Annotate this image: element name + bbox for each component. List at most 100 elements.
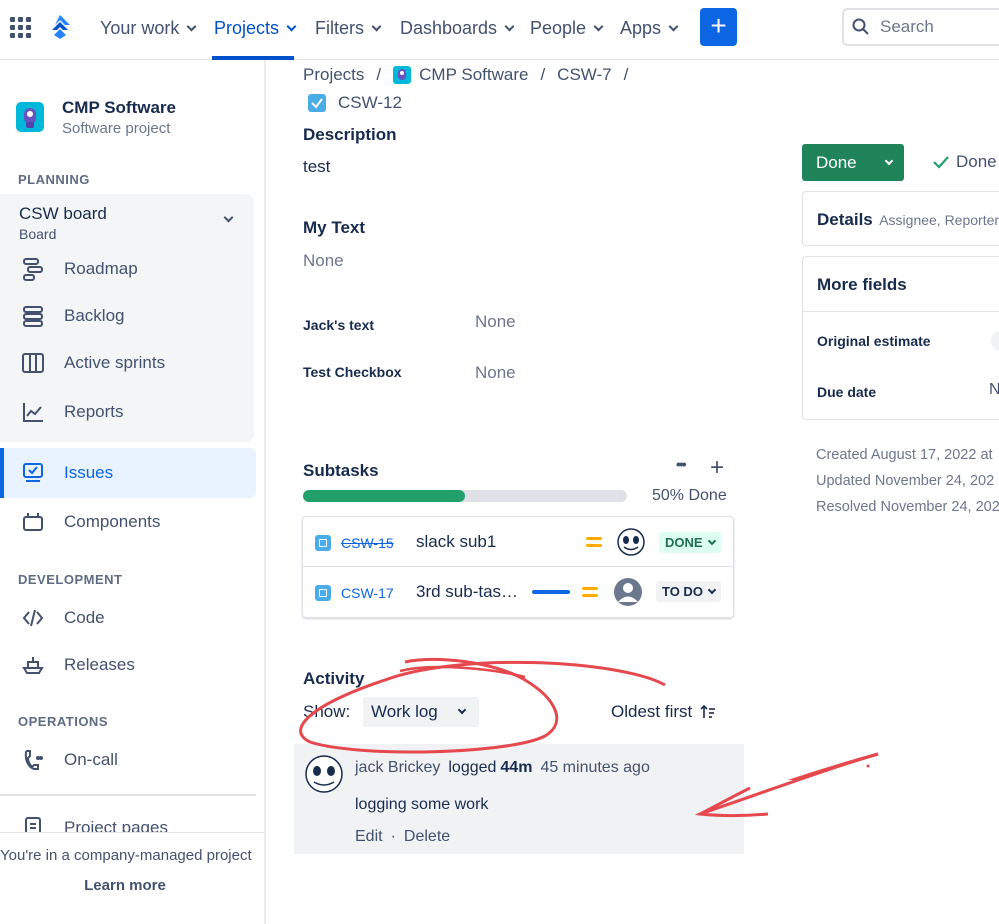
planning-section-title: PLANNING <box>18 172 90 187</box>
resolved-date: Resolved November 24, 202 <box>816 499 999 515</box>
nav-filters[interactable]: Filters <box>315 16 382 40</box>
sidebar-item-label: Releases <box>64 655 135 674</box>
issue-dates: Created August 17, 2022 at Updated Novem… <box>816 442 999 520</box>
avatar[interactable] <box>617 528 645 556</box>
jacks-text-label: Jack's text <box>303 317 375 333</box>
nav-filters-label: Filters <box>315 17 364 38</box>
more-fields-header[interactable]: More fields <box>817 275 907 295</box>
jacks-text-value[interactable]: None <box>475 312 516 332</box>
nav-people-label: People <box>530 17 587 38</box>
check-icon <box>933 156 949 169</box>
company-managed-text: You're in a company-managed project <box>0 847 252 864</box>
create-button[interactable]: + <box>700 8 737 46</box>
task-checkbox-icon <box>308 94 326 112</box>
chevron-down-icon <box>593 21 604 31</box>
reports-chart-icon <box>18 400 48 424</box>
sidebar-item-components[interactable]: Components <box>0 500 256 544</box>
nav-dashboards[interactable]: Dashboards <box>400 16 515 40</box>
chevron-down-icon <box>668 21 679 31</box>
board-columns-icon <box>18 351 48 375</box>
breadcrumb-parent-issue[interactable]: CSW-7 <box>557 65 611 85</box>
nav-apps-label: Apps <box>620 17 662 38</box>
more-actions-icon[interactable]: ••• <box>676 456 687 472</box>
board-name[interactable]: CSW board <box>19 204 107 224</box>
top-navigation: Your work Projects Filters Dashboards Pe… <box>0 0 999 60</box>
chevron-down-icon <box>707 536 716 545</box>
breadcrumb-separator: / <box>623 65 629 84</box>
test-checkbox-value[interactable]: None <box>475 363 516 383</box>
phone-icon <box>18 748 48 772</box>
nav-projects-label: Projects <box>214 17 280 38</box>
details-sub: Assignee, Reporter <box>879 212 999 228</box>
breadcrumb-project[interactable]: CMP Software <box>419 65 528 85</box>
subtask-summary[interactable]: 3rd sub-tas… <box>416 582 518 602</box>
nav-apps[interactable]: Apps <box>620 16 679 40</box>
sidebar-footer: You're in a company-managed project Lear… <box>0 832 264 922</box>
original-estimate-label: Original estimate <box>817 333 931 349</box>
delete-worklog-link[interactable]: Delete <box>404 828 450 846</box>
subtask-icon <box>315 585 331 601</box>
learn-more-link[interactable]: Learn more <box>0 877 250 894</box>
divider <box>803 311 999 312</box>
development-section-title: DEVELOPMENT <box>18 572 123 587</box>
search-input[interactable]: Search <box>842 8 999 46</box>
add-subtask-button[interactable]: + <box>710 456 724 480</box>
original-estimate-value[interactable] <box>991 331 999 351</box>
table-row[interactable]: CSW-15 slack sub1 DONE <box>303 517 733 567</box>
table-row[interactable]: CSW-17 3rd sub-tas… TO DO <box>303 567 733 617</box>
nav-your-work-label: Your work <box>100 17 180 38</box>
edit-worklog-link[interactable]: Edit <box>355 828 383 846</box>
nav-projects[interactable]: Projects <box>214 16 297 40</box>
search-placeholder: Search <box>880 17 934 36</box>
breadcrumb-separator: / <box>540 65 546 84</box>
status-transition-button[interactable]: Done <box>802 144 904 181</box>
sidebar-item-issues[interactable]: Issues <box>0 448 256 498</box>
subtask-key[interactable]: CSW-17 <box>341 585 394 601</box>
sidebar-item-label: Active sprints <box>64 353 166 372</box>
subtask-summary[interactable]: slack sub1 <box>416 532 496 552</box>
status-badge[interactable]: DONE <box>659 532 721 553</box>
project-type: Software project <box>62 120 171 137</box>
more-fields-panel: More fields Original estimate Due date N <box>802 256 999 420</box>
app-switcher-icon[interactable] <box>10 17 32 39</box>
chevron-down-icon <box>371 21 382 31</box>
breadcrumb-current: CSW-12 <box>308 93 402 113</box>
sidebar-item-label: Code <box>64 608 105 627</box>
operations-section-title: OPERATIONS <box>18 714 108 729</box>
nav-your-work[interactable]: Your work <box>100 16 197 40</box>
avatar[interactable] <box>613 577 643 607</box>
sidebar-item-code[interactable]: Code <box>0 596 256 640</box>
board-sub: Board <box>19 226 57 242</box>
components-icon <box>18 510 48 534</box>
progress-text: 50% Done <box>652 487 727 504</box>
jira-logo-icon[interactable] <box>48 14 72 40</box>
sidebar-item-on-call[interactable]: On-call <box>0 738 256 782</box>
chevron-down-icon[interactable] <box>223 212 234 223</box>
sidebar-item-reports[interactable]: Reports <box>0 390 256 434</box>
search-icon <box>852 18 869 35</box>
details-panel[interactable]: Details Assignee, Reporter <box>802 191 999 246</box>
breadcrumb-issue-key[interactable]: CSW-12 <box>338 93 402 113</box>
chevron-down-icon <box>504 21 515 31</box>
project-name[interactable]: CMP Software <box>62 98 176 118</box>
my-text-value[interactable]: None <box>303 251 344 271</box>
nav-people[interactable]: People <box>530 16 604 40</box>
description-value[interactable]: test <box>303 157 330 177</box>
status-badge[interactable]: TO DO <box>656 581 721 602</box>
sidebar-item-roadmap[interactable]: Roadmap <box>0 247 256 291</box>
project-avatar[interactable] <box>16 102 44 132</box>
sidebar-item-releases[interactable]: Releases <box>0 643 256 687</box>
sidebar: CMP Software Software project PLANNING C… <box>0 60 266 924</box>
sidebar-item-active-sprints[interactable]: Active sprints <box>0 341 256 385</box>
due-date-value[interactable]: N <box>989 381 999 399</box>
subtask-key[interactable]: CSW-15 <box>341 535 394 551</box>
my-text-label: My Text <box>303 218 366 237</box>
annotation-circle <box>299 657 666 754</box>
chevron-down-icon <box>707 585 717 594</box>
sidebar-item-backlog[interactable]: Backlog <box>0 294 256 338</box>
due-date-label: Due date <box>817 384 877 400</box>
details-label: Details <box>817 210 873 229</box>
chevron-down-icon <box>186 21 197 31</box>
breadcrumb-projects[interactable]: Projects <box>303 65 364 85</box>
subtask-progress-fill <box>303 490 465 502</box>
